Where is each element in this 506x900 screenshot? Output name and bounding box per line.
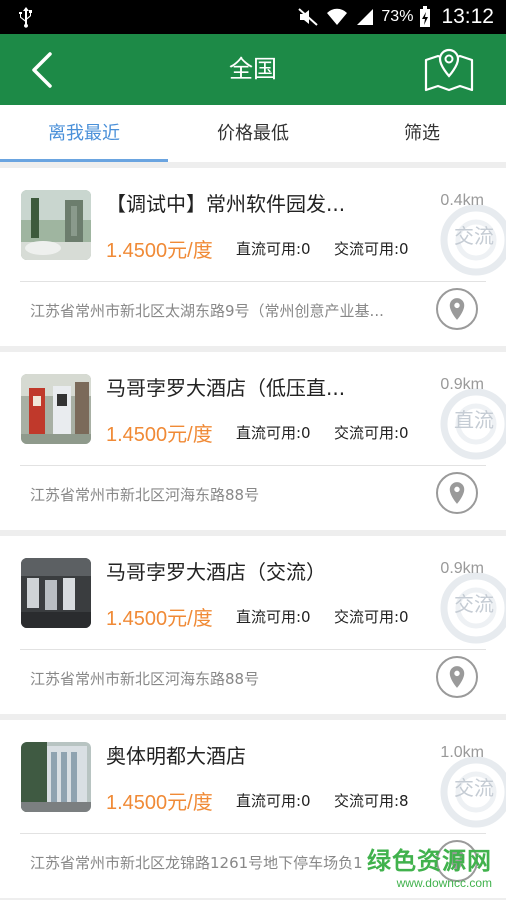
dc-available: 直流可用:0 xyxy=(236,424,311,442)
station-type: 直流 xyxy=(454,408,494,432)
clock: 13:12 xyxy=(441,5,494,28)
sort-tabs: 离我最近 价格最低 筛选 xyxy=(0,105,506,162)
site-watermark: 绿色资源网 www.downcc.com xyxy=(367,841,492,890)
tab-nearest[interactable]: 离我最近 xyxy=(0,105,168,162)
status-bar: 73% 13:12 xyxy=(0,0,506,34)
station-price: 1.4500元/度 xyxy=(106,424,213,446)
ac-available: 交流可用:0 xyxy=(334,240,409,258)
ac-available: 交流可用:8 xyxy=(334,792,409,810)
battery-percent: 73% xyxy=(381,8,414,25)
dc-available: 直流可用:0 xyxy=(236,608,311,626)
site-watermark-url: www.downcc.com xyxy=(396,876,492,890)
station-price: 1.4500元/度 xyxy=(106,792,213,814)
station-type: 交流 xyxy=(454,592,494,616)
station-name: 马哥孛罗大酒店（低压直... xyxy=(106,376,346,400)
station-photo xyxy=(21,742,91,812)
usb-icon xyxy=(19,7,32,28)
list-item[interactable]: 【调试中】常州软件园发... 1.4500元/度 直流可用:0 交流可用:0 0… xyxy=(0,168,506,346)
station-name: 马哥孛罗大酒店（交流） xyxy=(106,560,326,584)
station-photo xyxy=(21,558,91,628)
station-address: 江苏省常州市新北区太湖东路9号（常州创意产业基... xyxy=(30,302,384,320)
wifi-icon xyxy=(327,8,348,26)
map-pin-icon[interactable] xyxy=(422,46,476,94)
tab-filter[interactable]: 筛选 xyxy=(338,105,506,162)
station-type: 交流 xyxy=(454,224,494,248)
station-price: 1.4500元/度 xyxy=(106,608,213,630)
station-type: 交流 xyxy=(454,776,494,800)
battery-icon xyxy=(420,6,431,27)
divider xyxy=(20,281,486,282)
tab-lowest-price[interactable]: 价格最低 xyxy=(168,105,338,162)
station-address: 江苏省常州市新北区河海东路88号 xyxy=(30,670,260,688)
list-item[interactable]: 马哥孛罗大酒店（交流） 1.4500元/度 直流可用:0 交流可用:0 0.9k… xyxy=(0,536,506,714)
divider xyxy=(20,649,486,650)
station-address: 江苏省常州市新北区河海东路88号 xyxy=(30,486,260,504)
site-watermark-name: 绿色资源网 xyxy=(367,847,492,875)
location-pin-icon[interactable] xyxy=(436,656,478,698)
station-distance: 0.9km xyxy=(440,376,484,393)
station-name: 奥体明都大酒店 xyxy=(106,744,246,768)
station-photo xyxy=(21,374,91,444)
location-pin-icon[interactable] xyxy=(436,472,478,514)
signal-icon xyxy=(357,9,374,25)
tab-active-indicator xyxy=(0,159,168,162)
station-distance: 1.0km xyxy=(440,744,484,761)
station-price: 1.4500元/度 xyxy=(106,240,213,262)
ac-available: 交流可用:0 xyxy=(334,424,409,442)
ac-available: 交流可用:0 xyxy=(334,608,409,626)
station-distance: 0.9km xyxy=(440,560,484,577)
mute-icon xyxy=(298,8,319,26)
station-distance: 0.4km xyxy=(440,192,484,209)
dc-available: 直流可用:0 xyxy=(236,792,311,810)
list-item[interactable]: 马哥孛罗大酒店（低压直... 1.4500元/度 直流可用:0 交流可用:0 0… xyxy=(0,352,506,530)
station-photo xyxy=(21,190,91,260)
app-bar: 全国 xyxy=(0,34,506,105)
location-pin-icon[interactable] xyxy=(436,288,478,330)
divider xyxy=(20,465,486,466)
divider xyxy=(20,833,486,834)
dc-available: 直流可用:0 xyxy=(236,240,311,258)
station-name: 【调试中】常州软件园发... xyxy=(106,192,346,216)
